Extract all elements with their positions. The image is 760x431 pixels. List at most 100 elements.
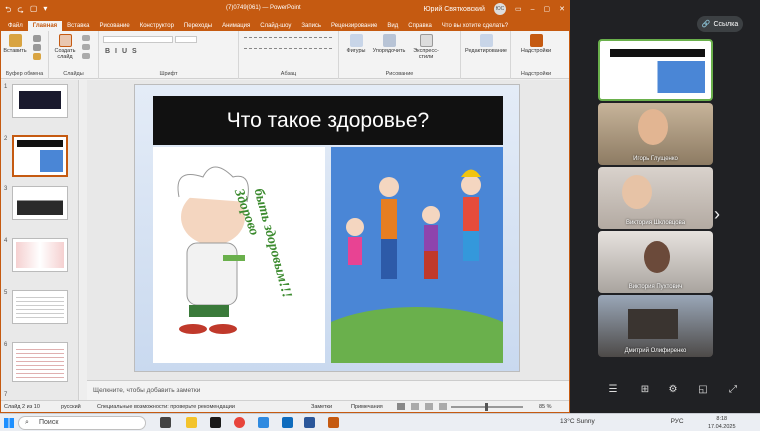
thumb-content [17,191,63,215]
paste-button[interactable]: Вставить [3,34,27,54]
font-family-select[interactable] [103,36,173,43]
minimize-icon[interactable]: – [531,6,535,13]
reset-icon[interactable] [82,44,90,50]
ribbon: Вставить Буфер обмена Создать слайд Слай… [1,31,569,79]
powerpoint-icon[interactable] [328,417,339,428]
clock[interactable]: 8:18 17.04.2025 [708,415,736,431]
copy-icon[interactable] [33,44,41,51]
group-label: Абзац [280,71,297,77]
tell-me-search[interactable]: Что вы хотите сделать? [437,23,513,31]
settings-icon[interactable]: ⚙ [666,384,680,398]
quick-styles-button[interactable]: Экспресс-стили [409,34,443,60]
notes-placeholder[interactable]: Щелкните, чтобы добавить заметки [93,387,200,394]
font-size-select[interactable] [175,36,197,43]
participant-tile[interactable]: Виктория Пухтович [598,231,713,293]
browser-icon[interactable] [282,417,293,428]
list-buttons[interactable] [244,37,332,41]
store-icon[interactable] [210,417,221,428]
editing-button[interactable]: Редактирование [464,34,508,54]
group-label: Слайды [63,71,84,77]
slide-number: 2 [4,136,8,142]
participant-tile[interactable]: Игорь Глущенко [598,103,713,165]
arrange-button[interactable]: Упорядочить [371,34,407,54]
customize-qa-icon[interactable]: ▾ [43,4,47,18]
slide-thumbnail-3[interactable] [12,186,68,220]
thumb-title-block [19,91,61,109]
slide-thumbnail-5[interactable] [12,290,68,324]
section-icon[interactable] [82,53,90,59]
new-slide-button[interactable]: Создать слайд [52,34,78,60]
comments-toggle-button[interactable]: Примечания [351,404,383,410]
close-icon[interactable]: ✕ [559,5,565,13]
participants-icon[interactable]: ☰ [606,384,620,398]
shapes-button[interactable]: Фигуры [343,34,369,54]
screen-share-preview[interactable] [598,39,713,101]
tab-view[interactable]: Вид [382,23,403,31]
user-avatar[interactable]: ЮС [493,3,506,15]
undo-icon[interactable]: ⮌ [5,4,11,18]
pip-icon[interactable]: ◱ [696,384,710,398]
tab-animations[interactable]: Анимация [217,23,255,31]
slide-thumbnail-6[interactable] [12,342,68,382]
tab-file[interactable]: Файл [3,23,28,31]
system-tray: 13°C Sunny РУС [560,418,684,425]
current-slide[interactable]: Что такое здоровье? Здорово быть здоровы… [134,84,520,372]
notes-pane[interactable]: Щелкните, чтобы добавить заметки [87,380,569,400]
quick-styles-icon [419,34,433,47]
file-explorer-icon[interactable] [186,417,197,428]
slideshow-icon[interactable] [439,403,447,410]
slide-thumbnail-4[interactable] [12,238,68,272]
tab-review[interactable]: Рецензирование [326,23,382,31]
slide-sorter-icon[interactable] [411,403,419,410]
slide-thumbnail-2[interactable] [12,135,68,177]
layout-icon[interactable] [82,35,90,41]
thumbnail-scrollbar[interactable] [80,80,87,400]
format-painter-icon[interactable] [33,53,41,60]
slide-title[interactable]: Что такое здоровье? [153,96,503,145]
next-page-arrow[interactable]: › [714,204,720,225]
ribbon-display-icon[interactable]: ▭ [515,5,522,13]
user-name[interactable]: Юрий Святковский [423,6,484,13]
share-link-button[interactable]: 🔗 Ссылка [697,16,743,32]
start-icon[interactable] [4,418,14,428]
language-indicator[interactable]: русский [61,404,81,410]
new-slide-icon [58,34,72,47]
tab-help[interactable]: Справка [403,23,437,31]
slide-counter: Слайд 2 из 10 [4,404,40,410]
tab-record[interactable]: Запись [296,23,326,31]
tab-transitions[interactable]: Переходы [179,23,217,31]
fullscreen-icon[interactable]: ⤢ [726,384,740,398]
tab-draw[interactable]: Рисование [94,23,134,31]
zoom-level[interactable]: 85 % [539,404,552,410]
notes-toggle-button[interactable]: Заметки [311,404,332,410]
maximize-icon[interactable]: ▢ [544,5,551,13]
zoom-slider-thumb[interactable] [485,403,488,411]
start-from-beginning-icon[interactable]: ▢ [30,4,38,18]
cut-icon[interactable] [33,35,41,42]
grid-view-icon[interactable]: ⊞ [638,384,652,398]
yandex-icon[interactable] [234,417,245,428]
tab-slideshow[interactable]: Слайд-шоу [255,23,296,31]
word-icon[interactable] [304,417,315,428]
task-view-icon[interactable] [160,417,171,428]
language-indicator[interactable]: РУС [671,418,684,425]
doctor-picture[interactable]: Здорово быть здоровым!!! [153,147,325,363]
telegram-icon[interactable] [258,417,269,428]
normal-view-icon[interactable] [397,403,405,410]
tab-insert[interactable]: Вставка [62,23,94,31]
reading-view-icon[interactable] [425,403,433,410]
tab-home[interactable]: Главная [27,21,63,31]
children-picture[interactable] [331,147,503,363]
slide-thumbnail-1[interactable] [12,84,68,118]
tab-design[interactable]: Конструктор [135,23,179,31]
taskbar-search-input[interactable]: ⌕ Поиск [18,416,146,430]
weather-text[interactable]: 13°C Sunny [560,418,595,425]
addins-button[interactable]: Надстройки [514,34,558,54]
participant-tile[interactable]: Дмитрий Олифиренко [598,295,713,357]
font-format-buttons[interactable]: BIUS [105,48,142,55]
redo-icon[interactable]: ⮎ [17,4,23,18]
group-editing: Редактирование [461,31,511,79]
align-buttons[interactable] [244,48,332,52]
participant-tile[interactable]: Виктория Шкловцова [598,167,713,229]
accessibility-checker[interactable]: Специальные возможности: проверьте реком… [97,404,235,410]
